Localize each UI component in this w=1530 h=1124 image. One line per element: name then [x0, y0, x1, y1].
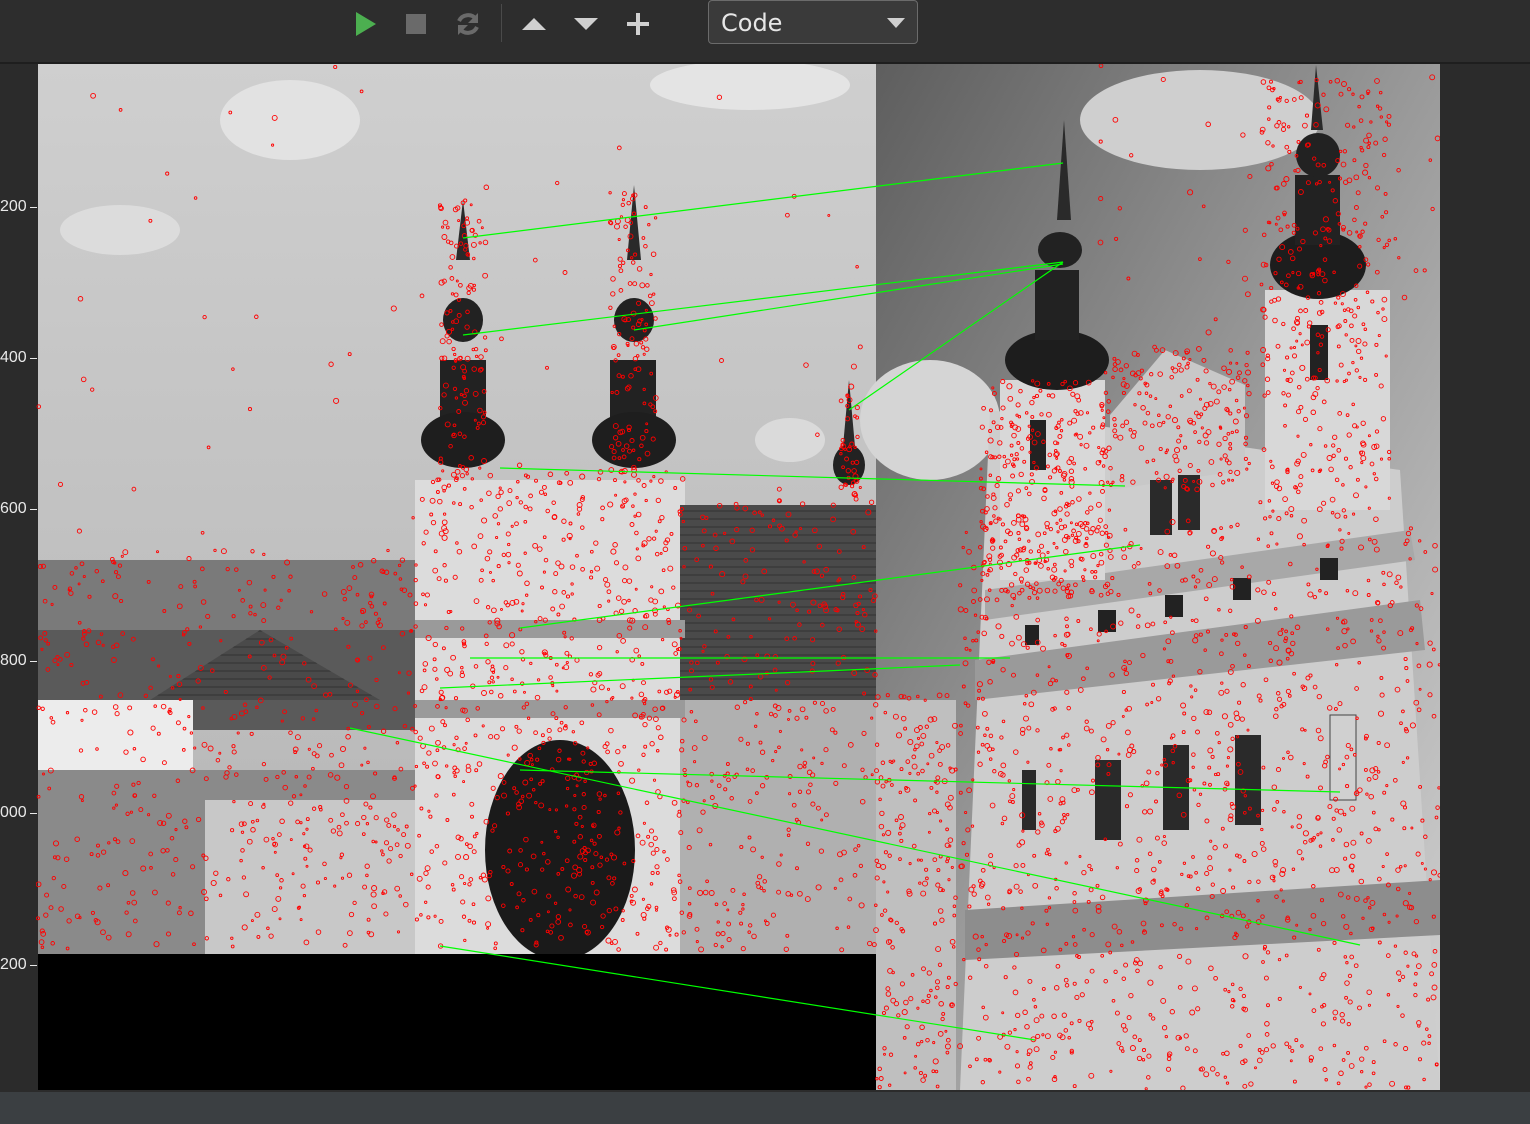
- restart-button[interactable]: [450, 6, 486, 42]
- y-tick-label: 000: [0, 804, 27, 821]
- chevron-down-icon: [887, 18, 905, 28]
- stop-button[interactable]: [398, 6, 434, 42]
- arrow-down-icon: [574, 18, 598, 30]
- run-button[interactable]: [347, 6, 383, 42]
- right-image: [860, 64, 1440, 1090]
- cell-type-dropdown[interactable]: Code: [708, 0, 918, 44]
- y-tick-label: 400: [0, 349, 27, 366]
- y-tick-label: 200: [0, 198, 27, 215]
- play-icon: [356, 12, 376, 36]
- y-tick-label: 800: [0, 652, 27, 669]
- output-right-padding: [1440, 64, 1530, 1090]
- notebook-toolbar: Code: [0, 0, 1530, 64]
- feature-match-figure: [36, 64, 1440, 1090]
- plus-icon: [627, 13, 649, 35]
- arrow-up-icon: [522, 18, 546, 30]
- add-cell-button[interactable]: [620, 6, 656, 42]
- y-tick-label: 200: [0, 956, 27, 973]
- status-bar: [0, 1092, 1530, 1124]
- move-down-button[interactable]: [568, 6, 604, 42]
- move-up-button[interactable]: [516, 6, 552, 42]
- toolbar-separator: [501, 4, 502, 42]
- restart-icon: [457, 13, 479, 35]
- y-tick-label: 600: [0, 500, 27, 517]
- cell-type-value: Code: [721, 9, 783, 37]
- stop-icon: [406, 14, 426, 34]
